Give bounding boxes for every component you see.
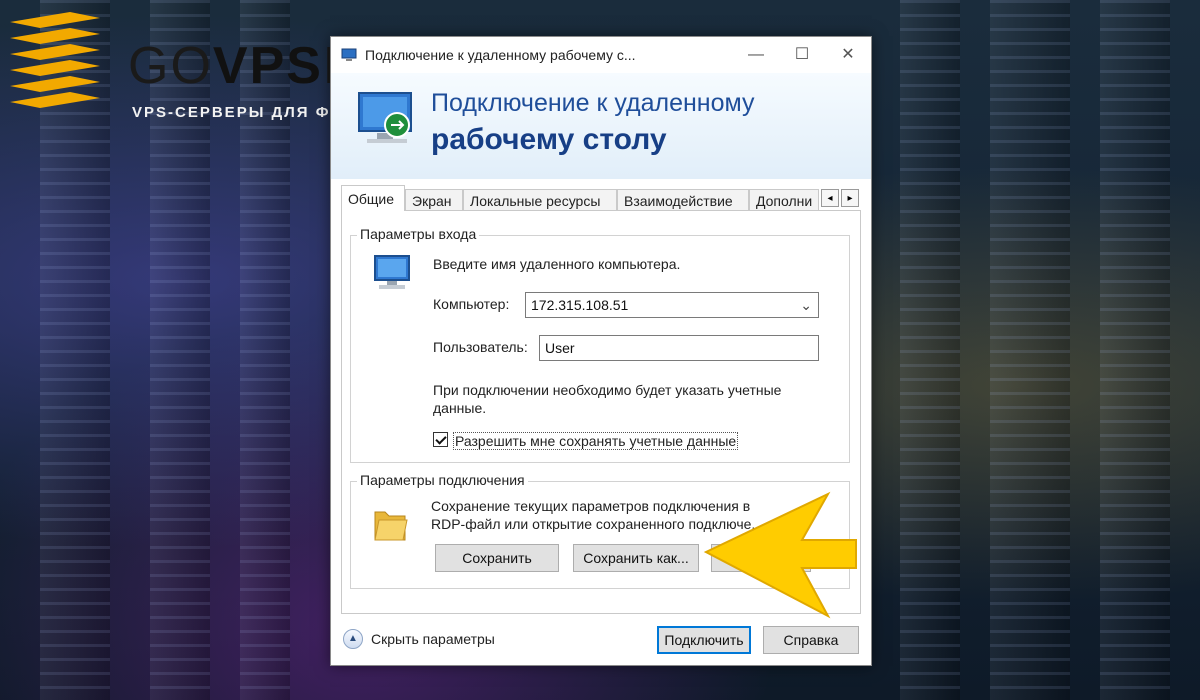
tab-local-resources[interactable]: Локальные ресурсы — [463, 189, 617, 211]
rack — [1100, 0, 1170, 700]
save-button[interactable]: Сохранить — [435, 544, 559, 572]
header-title-line1: Подключение к удаленному — [431, 89, 755, 117]
help-button[interactable]: Справка — [763, 626, 859, 654]
header-title-line2: рабочему столу — [431, 123, 667, 156]
rack — [900, 0, 960, 700]
pointer-arrow-icon — [703, 491, 857, 619]
minimize-button[interactable]: — — [733, 37, 779, 73]
computer-icon — [374, 255, 410, 289]
close-button[interactable]: ✕ — [825, 37, 871, 73]
computer-prompt: Введите имя удаленного компьютера. — [433, 256, 681, 272]
user-value: User — [545, 340, 575, 356]
computer-label: Компьютер: — [433, 296, 510, 312]
window-title: Подключение к удаленному рабочему с... — [365, 47, 636, 63]
tab-advanced[interactable]: Дополни — [749, 189, 819, 211]
tab-general[interactable]: Общие — [341, 185, 405, 211]
credentials-note-line2: данные. — [433, 400, 487, 416]
connect-button[interactable]: Подключить — [657, 626, 751, 654]
save-as-button[interactable]: Сохранить как... — [573, 544, 699, 572]
logo-stripes-icon — [10, 12, 100, 108]
tab-scroll-right-button[interactable]: ▸ — [841, 189, 859, 207]
folder-icon — [374, 511, 408, 541]
connection-settings-title: Параметры подключения — [357, 472, 528, 488]
chevron-up-icon[interactable]: ▲ — [343, 629, 363, 649]
user-field[interactable]: User — [539, 335, 819, 361]
user-label: Пользователь: — [433, 339, 528, 355]
tab-experience[interactable]: Взаимодействие — [617, 189, 749, 211]
remote-desktop-icon — [358, 92, 412, 143]
logon-settings-group: Параметры входа Введите имя удаленного к… — [350, 226, 850, 463]
logon-settings-title: Параметры входа — [357, 226, 480, 242]
tab-display[interactable]: Экран — [405, 189, 463, 211]
brand-part-go: GO — [128, 37, 213, 95]
chevron-down-icon[interactable]: ⌄ — [800, 293, 812, 317]
tab-scroll-left-button[interactable]: ◂ — [821, 189, 839, 207]
computer-combobox[interactable]: 172.315.108.51 ⌄ — [525, 292, 819, 318]
rdp-app-icon — [341, 48, 357, 61]
maximize-button[interactable]: ☐ — [779, 37, 825, 73]
hide-options-label[interactable]: Скрыть параметры — [371, 631, 495, 647]
dialog-header: Подключение к удаленному рабочему столу — [331, 73, 871, 179]
save-credentials-label[interactable]: Разрешить мне сохранять учетные данные — [453, 432, 739, 450]
brand-part-vps: VPS — [212, 37, 323, 95]
credentials-note-line1: При подключении необходимо будет указать… — [433, 382, 782, 398]
computer-value: 172.315.108.51 — [531, 297, 629, 313]
tab-strip: Общие Экран Локальные ресурсы Взаимодейс… — [341, 185, 861, 211]
title-bar[interactable]: Подключение к удаленному рабочему с... —… — [331, 37, 871, 73]
rack — [990, 0, 1070, 700]
save-credentials-checkbox[interactable] — [433, 432, 448, 447]
